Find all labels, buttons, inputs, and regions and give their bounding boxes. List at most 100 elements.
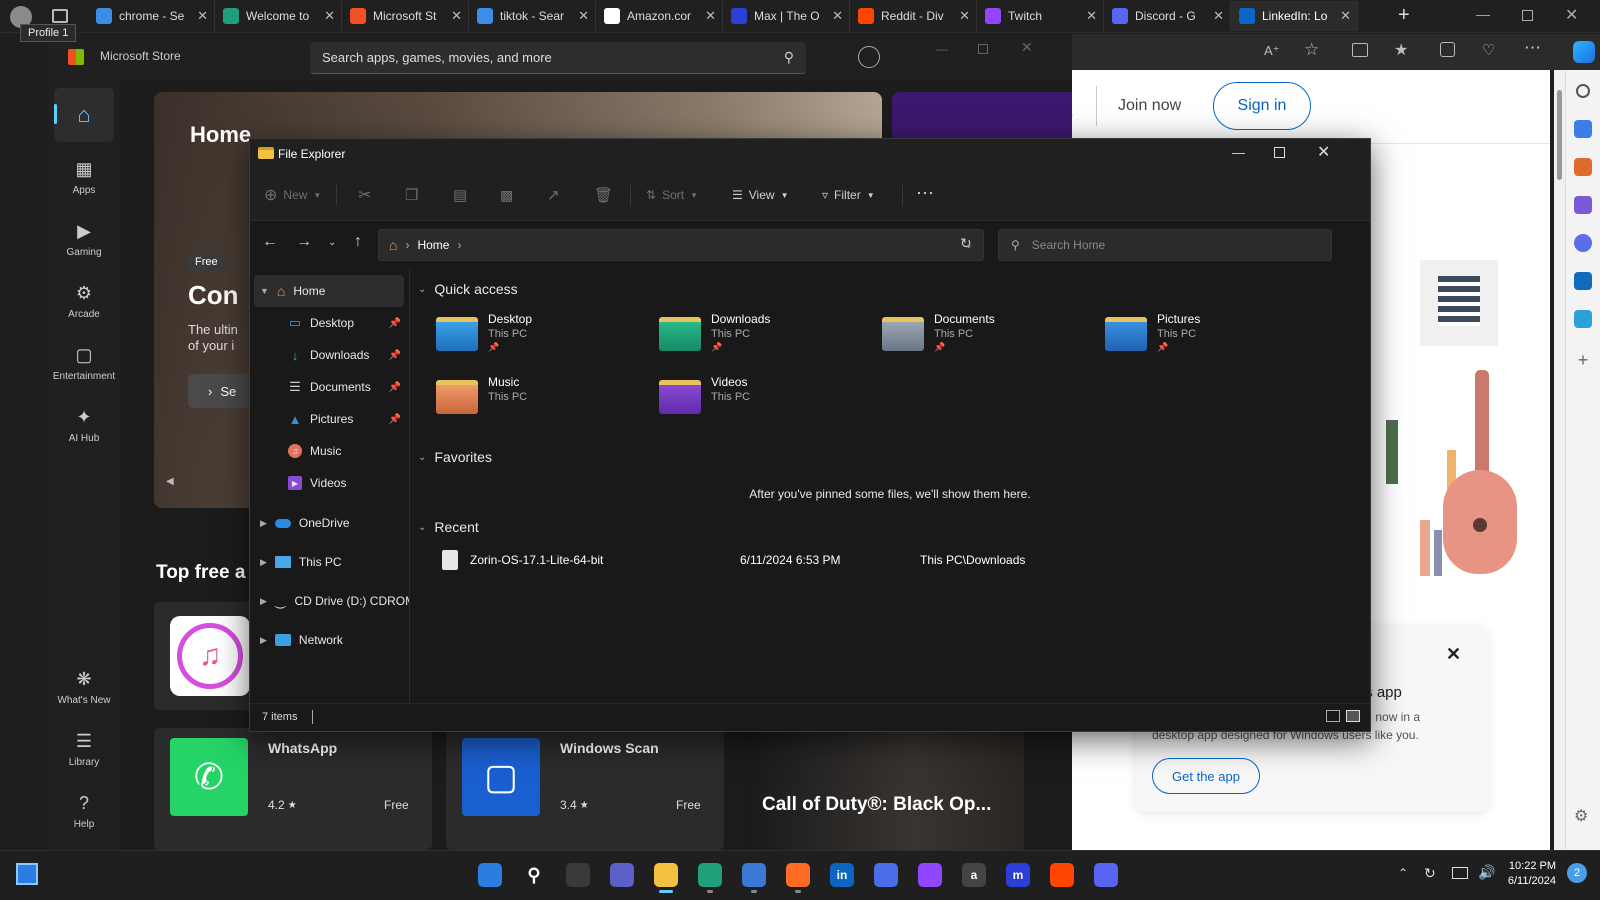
nav-music[interactable]: ♫ Music bbox=[250, 435, 409, 467]
tab-actions-icon[interactable] bbox=[52, 9, 68, 23]
copilot-sidebar-icon[interactable] bbox=[1574, 234, 1592, 252]
nav-desktop[interactable]: ▭ Desktop 📌 bbox=[250, 307, 409, 339]
favorites-icon[interactable]: ★ bbox=[1394, 40, 1408, 60]
new-button[interactable]: ⊕ New ▼ bbox=[264, 179, 321, 211]
start-icon[interactable] bbox=[470, 855, 510, 895]
restore-icon[interactable] bbox=[1522, 10, 1533, 21]
browser-tab[interactable]: Twitch ✕ bbox=[977, 1, 1104, 31]
refresh-icon[interactable]: ↻ bbox=[960, 235, 972, 252]
linkedin-taskbar-icon[interactable]: in bbox=[822, 855, 862, 895]
nav-home[interactable]: ▼ ⌂ Home bbox=[254, 275, 404, 307]
address-bar[interactable]: ⌂ › Home › ⌄ bbox=[378, 229, 984, 261]
favorite-star-icon[interactable]: ☆ bbox=[1304, 40, 1319, 60]
get-the-app-button[interactable]: Get the app bbox=[1152, 758, 1260, 794]
games-sidebar-icon[interactable] bbox=[1574, 196, 1592, 214]
tiles-view-icon[interactable] bbox=[1346, 710, 1360, 722]
quick-access-downloads[interactable]: Downloads This PC 📌 bbox=[659, 311, 879, 371]
quick-access-desktop[interactable]: Desktop This PC 📌 bbox=[436, 311, 656, 371]
details-view-icon[interactable] bbox=[1326, 710, 1340, 722]
new-tab-icon[interactable]: + bbox=[1398, 4, 1410, 27]
store-close-icon[interactable]: ✕ bbox=[1021, 39, 1033, 56]
twitch-taskbar-icon[interactable] bbox=[910, 855, 950, 895]
add-sidebar-icon[interactable]: + bbox=[1566, 350, 1600, 371]
store-nav-ai-hub[interactable]: ✦ AI Hub bbox=[48, 394, 120, 456]
amazon-taskbar-icon[interactable]: a bbox=[954, 855, 994, 895]
tab-close-icon[interactable]: ✕ bbox=[1340, 8, 1351, 24]
nav-this-pc[interactable]: ▶ This PC bbox=[250, 546, 409, 578]
store-nav-gaming[interactable]: ▶ Gaming bbox=[48, 208, 120, 270]
up-icon[interactable]: ↑ bbox=[354, 233, 362, 251]
tab-close-icon[interactable]: ✕ bbox=[1213, 8, 1224, 24]
app-card[interactable]: ✆ WhatsApp 4.2 ★ Free bbox=[154, 728, 432, 850]
share-icon[interactable]: ↗ bbox=[547, 179, 560, 211]
store-nav-home[interactable]: ⌂ bbox=[48, 84, 120, 146]
tab-close-icon[interactable]: ✕ bbox=[451, 8, 462, 24]
reddit-taskbar-icon[interactable] bbox=[1042, 855, 1082, 895]
search-icon[interactable]: ⚲ bbox=[784, 49, 794, 66]
nav-pictures[interactable]: ▲ Pictures 📌 bbox=[250, 403, 409, 435]
file-explorer-taskbar-icon[interactable] bbox=[646, 855, 686, 895]
tab-close-icon[interactable]: ✕ bbox=[578, 8, 589, 24]
hero-see-details-button[interactable]: › Se bbox=[188, 374, 258, 408]
nav-cd-drive[interactable]: ▶ ⏝ CD Drive (D:) CDROM bbox=[250, 585, 409, 617]
nav-documents[interactable]: ☰ Documents 📌 bbox=[250, 371, 409, 403]
account-icon[interactable] bbox=[858, 46, 880, 68]
browser-tab[interactable]: Max | The O ✕ bbox=[723, 1, 850, 31]
page-scrollbar[interactable] bbox=[1554, 70, 1565, 850]
quick-access-music[interactable]: Music This PC bbox=[436, 374, 656, 434]
store-nav-whats-new[interactable]: ❋ What's New bbox=[48, 656, 120, 718]
nav-videos[interactable]: ▶ Videos bbox=[250, 467, 409, 499]
browser-tab[interactable]: chrome - Se ✕ bbox=[88, 1, 215, 31]
browser-tab[interactable]: Reddit - Div ✕ bbox=[850, 1, 977, 31]
browser-tab[interactable]: Welcome to ✕ bbox=[215, 1, 342, 31]
store-maximize-icon[interactable] bbox=[978, 44, 988, 54]
task-view-icon[interactable] bbox=[558, 855, 598, 895]
search-sidebar-icon[interactable] bbox=[1576, 84, 1590, 98]
hero-prev-icon[interactable]: ◀ bbox=[166, 476, 174, 487]
browser-tab[interactable]: tiktok - Sear ✕ bbox=[469, 1, 596, 31]
store-search-box[interactable]: Search apps, games, movies, and more ⚲ bbox=[310, 42, 806, 74]
tools-icon[interactable] bbox=[1574, 158, 1592, 176]
browser-tab[interactable]: Amazon.cor ✕ bbox=[596, 1, 723, 31]
favorites-header[interactable]: ⌄ Favorites bbox=[418, 449, 492, 465]
itunes-card[interactable]: ♫ bbox=[154, 602, 254, 710]
send-icon[interactable] bbox=[1574, 310, 1592, 328]
forward-icon[interactable]: → bbox=[296, 233, 312, 251]
store-nav-library[interactable]: ☰ Library bbox=[48, 718, 120, 780]
view-button[interactable]: ☰ View ▼ bbox=[732, 179, 788, 211]
copilot-taskbar-icon[interactable] bbox=[866, 855, 906, 895]
minimize-icon[interactable]: — bbox=[1476, 6, 1490, 22]
tab-close-icon[interactable]: ✕ bbox=[959, 8, 970, 24]
browser-tab[interactable]: LinkedIn: Lo ✕ bbox=[1231, 1, 1358, 31]
tab-close-icon[interactable]: ✕ bbox=[705, 8, 716, 24]
clock[interactable]: 10:22 PM 6/11/2024 bbox=[1506, 859, 1556, 889]
nav-onedrive[interactable]: ▶ OneDrive bbox=[250, 507, 409, 539]
tab-close-icon[interactable]: ✕ bbox=[1086, 8, 1097, 24]
display-icon[interactable] bbox=[1452, 867, 1468, 879]
search-taskbar-icon[interactable]: ⚲ bbox=[514, 855, 554, 895]
split-screen-icon[interactable] bbox=[1352, 43, 1368, 57]
store-nav-arcade[interactable]: ⚙ Arcade bbox=[48, 270, 120, 332]
collections-icon[interactable] bbox=[1440, 42, 1455, 57]
promo-close-icon[interactable]: ✕ bbox=[1446, 644, 1461, 665]
widgets-icon[interactable] bbox=[16, 863, 38, 885]
edge-taskbar-icon[interactable] bbox=[690, 855, 730, 895]
browser-essentials-icon[interactable]: ♡ bbox=[1482, 41, 1495, 59]
teams-icon[interactable] bbox=[602, 855, 642, 895]
browser-tab[interactable]: Discord - G ✕ bbox=[1104, 1, 1231, 31]
filter-button[interactable]: ▿ Filter ▼ bbox=[822, 179, 875, 211]
join-now-link[interactable]: Join now bbox=[1118, 97, 1181, 115]
copilot-icon[interactable] bbox=[1573, 41, 1595, 63]
show-hidden-icons[interactable]: ⌃ bbox=[1398, 866, 1408, 880]
browser-tab[interactable]: Microsoft St ✕ bbox=[342, 1, 469, 31]
quick-access-pictures[interactable]: Pictures This PC 📌 bbox=[1105, 311, 1325, 371]
fe-minimize-icon[interactable]: — bbox=[1232, 145, 1245, 160]
fe-close-icon[interactable]: ✕ bbox=[1317, 142, 1330, 162]
more-options-icon[interactable]: ⋯ bbox=[1524, 38, 1541, 58]
rename-icon[interactable]: ▩ bbox=[500, 179, 513, 211]
quick-access-header[interactable]: ⌄ Quick access bbox=[418, 281, 518, 297]
tab-close-icon[interactable]: ✕ bbox=[197, 8, 208, 24]
store-minimize-icon[interactable]: — bbox=[936, 42, 948, 56]
app-card[interactable]: ▢ Windows Scan 3.4 ★ Free bbox=[446, 728, 724, 850]
notification-badge[interactable]: 2 bbox=[1567, 863, 1587, 883]
